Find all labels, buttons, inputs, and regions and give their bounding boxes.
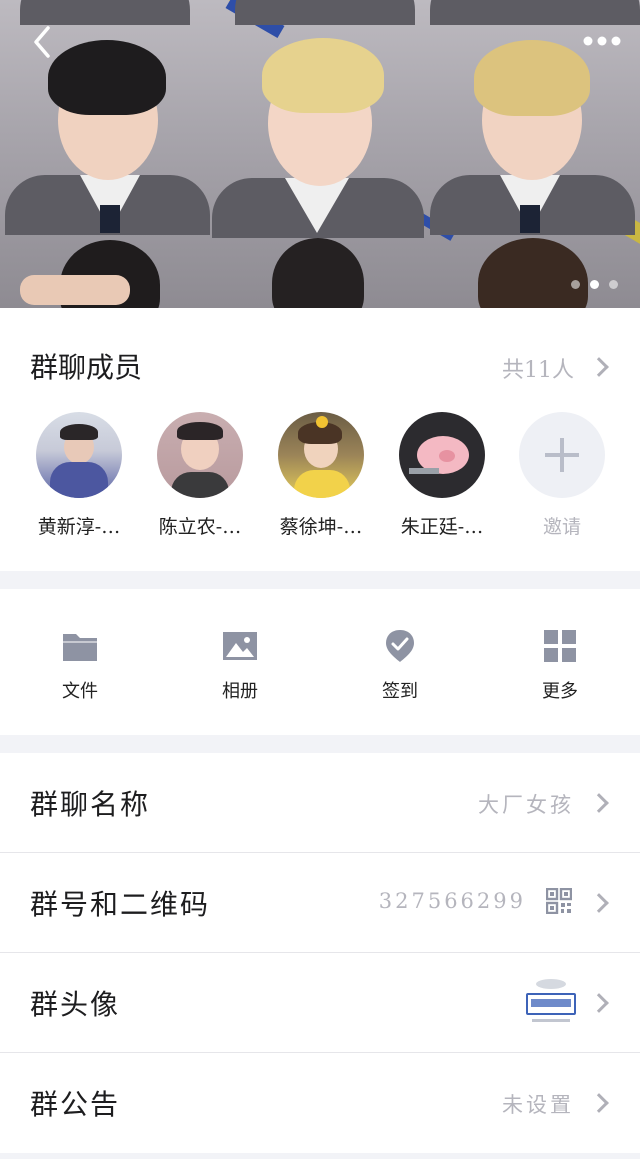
tool-files[interactable]: 文件 xyxy=(20,629,140,703)
member-item[interactable]: 陈立农-… xyxy=(145,412,255,539)
tool-label: 文件 xyxy=(62,681,98,702)
members-count[interactable]: 共11人 xyxy=(502,352,574,384)
folder-icon xyxy=(62,629,98,663)
row-title: 群聊名称 xyxy=(30,788,151,821)
members-title: 群聊成员 xyxy=(30,351,143,384)
tool-label: 更多 xyxy=(542,681,578,702)
chevron-left-icon xyxy=(34,26,50,58)
member-item[interactable]: 蔡徐坤-… xyxy=(266,412,376,539)
plus-icon xyxy=(519,412,605,498)
group-cover-banner[interactable] xyxy=(0,0,640,308)
avatar xyxy=(36,412,122,498)
chevron-right-icon xyxy=(589,793,609,813)
member-name: 朱正廷-… xyxy=(400,516,484,538)
carousel-dot-active[interactable] xyxy=(590,280,599,289)
chevron-right-icon xyxy=(589,893,609,913)
avatar xyxy=(399,412,485,498)
avatar xyxy=(278,412,364,498)
group-settings-list: 群聊名称 大厂女孩 群号和二维码 327566299 群头像 群公告 未设置 xyxy=(0,753,640,1153)
row-group-avatar[interactable]: 群头像 xyxy=(0,953,640,1053)
row-group-name[interactable]: 群聊名称 大厂女孩 xyxy=(0,753,640,853)
photo-person xyxy=(430,0,640,25)
row-title: 群号和二维码 xyxy=(30,888,211,921)
avatar xyxy=(157,412,243,498)
member-item[interactable]: 黄新淳-… xyxy=(24,412,134,539)
carousel-dot[interactable] xyxy=(571,280,580,289)
chevron-right-icon[interactable] xyxy=(589,357,609,377)
tool-more[interactable]: 更多 xyxy=(500,629,620,703)
row-group-number-qrcode[interactable]: 群号和二维码 327566299 xyxy=(0,853,640,953)
tool-label: 相册 xyxy=(222,681,258,702)
tool-check-in[interactable]: 签到 xyxy=(340,629,460,703)
tool-label: 签到 xyxy=(382,681,418,702)
row-group-notice[interactable]: 群公告 未设置 xyxy=(0,1053,640,1153)
grid-icon xyxy=(542,629,578,663)
row-title: 群头像 xyxy=(30,988,121,1021)
more-dots-icon xyxy=(583,36,621,46)
invite-member-button[interactable]: 邀请 xyxy=(507,412,617,539)
member-name: 陈立农-… xyxy=(158,516,242,538)
image-icon xyxy=(222,629,258,663)
back-button[interactable] xyxy=(24,22,64,62)
chevron-right-icon xyxy=(589,1093,609,1113)
group-avatar-thumbnail xyxy=(524,977,578,1027)
photo-person xyxy=(272,238,364,308)
group-members-section: 群聊成员 共11人 黄新淳-… 陈立农-… 蔡徐坤-… 朱正廷-… 邀请 xyxy=(0,308,640,571)
more-options-button[interactable] xyxy=(578,26,626,56)
row-title: 群公告 xyxy=(30,1088,121,1121)
member-name: 蔡徐坤-… xyxy=(279,516,363,538)
group-notice-value: 未设置 xyxy=(502,1093,574,1117)
photo-person xyxy=(478,238,588,308)
group-name-value: 大厂女孩 xyxy=(478,793,574,817)
chevron-right-icon xyxy=(589,993,609,1013)
carousel-dot[interactable] xyxy=(609,280,618,289)
tool-album[interactable]: 相册 xyxy=(180,629,300,703)
member-item[interactable]: 朱正廷-… xyxy=(387,412,497,539)
group-tools-section: 文件 相册 签到 更多 xyxy=(0,589,640,735)
check-in-icon xyxy=(382,629,418,663)
photo-person xyxy=(235,0,415,25)
carousel-indicator xyxy=(571,280,618,289)
member-name: 黄新淳-… xyxy=(37,516,121,538)
group-number-value: 327566299 xyxy=(378,889,526,913)
qr-code-icon xyxy=(546,888,572,914)
invite-label: 邀请 xyxy=(542,516,581,538)
